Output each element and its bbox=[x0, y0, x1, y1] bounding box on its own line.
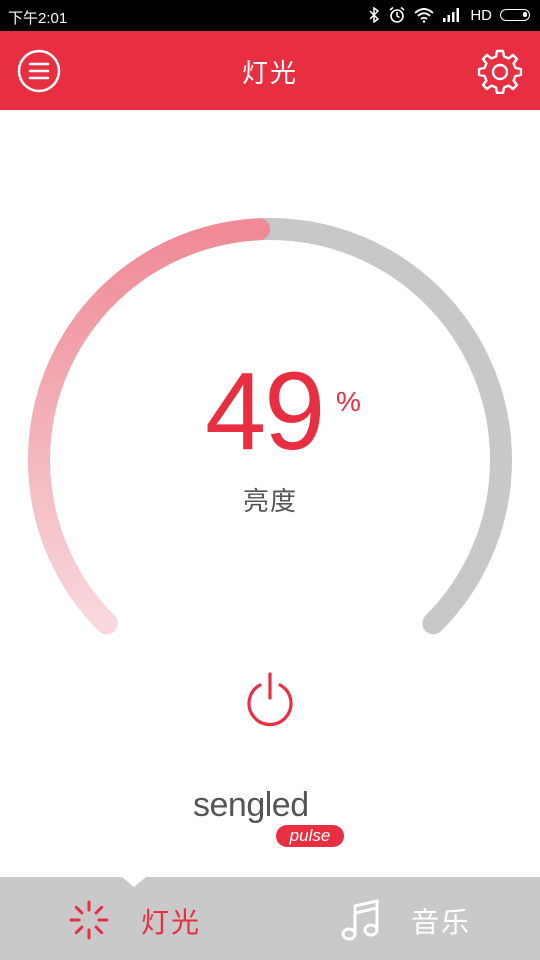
bluetooth-icon bbox=[369, 7, 380, 23]
status-time: 下午2:01 bbox=[8, 10, 68, 27]
status-bar: 下午2:01 HD bbox=[0, 0, 540, 31]
network-type: HD bbox=[470, 6, 492, 24]
tab-light[interactable]: 灯光 bbox=[0, 877, 270, 960]
wifi-icon bbox=[414, 8, 434, 23]
alarm-icon bbox=[389, 6, 405, 23]
signal-icon bbox=[443, 8, 460, 22]
status-icons: HD bbox=[368, 5, 530, 25]
settings-button[interactable] bbox=[477, 48, 523, 95]
brightness-unit: % bbox=[336, 386, 361, 417]
tab-music[interactable]: 音乐 bbox=[270, 877, 540, 960]
power-button[interactable] bbox=[243, 672, 299, 728]
brand-name: sengled bbox=[193, 786, 309, 824]
power-icon bbox=[247, 672, 293, 727]
brand-sub: pulse bbox=[289, 826, 331, 845]
brand-logo: sengled pulse bbox=[193, 786, 353, 852]
gear-icon bbox=[477, 49, 523, 95]
brightness-value: 49 bbox=[205, 350, 325, 473]
brightness-label: 亮度 bbox=[242, 487, 297, 517]
tab-bar: 灯光 音乐 bbox=[0, 877, 540, 960]
tab-music-label: 音乐 bbox=[411, 906, 472, 939]
page-title: 灯光 bbox=[241, 59, 298, 89]
battery-icon bbox=[500, 9, 530, 21]
brand-sub-badge: pulse bbox=[276, 825, 344, 847]
music-note-icon bbox=[341, 899, 379, 941]
app-bar: 灯光 bbox=[0, 31, 540, 110]
light-icon bbox=[69, 900, 109, 940]
tab-light-label: 灯光 bbox=[141, 906, 202, 939]
